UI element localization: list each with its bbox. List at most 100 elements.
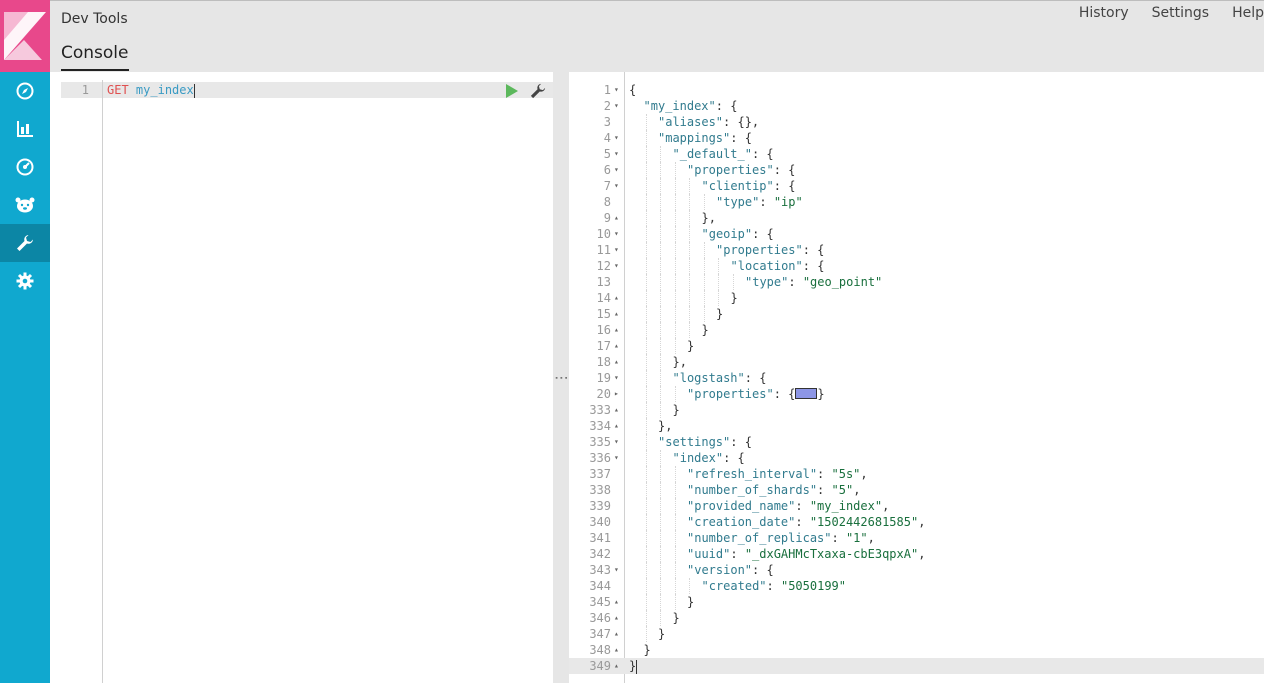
response-code: }, (673, 354, 687, 370)
indent-guide (689, 290, 690, 306)
fold-toggle-icon[interactable]: ▴ (614, 642, 622, 658)
json-punctuation: : { (752, 227, 774, 241)
fold-toggle-icon[interactable]: ▴ (614, 210, 622, 226)
response-line: 12 ▾ "location": { (569, 258, 1264, 274)
indent-guide (674, 306, 676, 322)
line-number: 338 (589, 483, 611, 497)
json-key: "properties" (716, 243, 803, 257)
json-punctuation: } (701, 323, 709, 337)
indent-guide (660, 386, 661, 402)
fold-toggle-icon[interactable]: ▾ (614, 562, 622, 578)
request-line[interactable]: GET my_index (107, 82, 195, 98)
fold-toggle-icon[interactable]: ▾ (614, 130, 622, 146)
response-code: "index": { (673, 450, 745, 466)
response-code: "logstash": { (673, 370, 767, 386)
response-code: "aliases": {}, (658, 114, 759, 130)
sidebar-item-visualize[interactable] (0, 110, 50, 148)
response-line: 340 "creation_date": "1502442681585", (569, 514, 1264, 530)
indent-guide (645, 114, 647, 130)
kibana-logo[interactable] (0, 0, 50, 72)
sidebar-item-timelion[interactable] (0, 186, 50, 224)
fold-toggle-icon[interactable]: ▾ (614, 434, 622, 450)
line-number: 17 (596, 339, 611, 353)
response-code: } (687, 594, 694, 610)
indent-guide (703, 306, 705, 322)
indent-guide (660, 194, 661, 210)
indent-guide (645, 242, 647, 258)
fold-toggle-icon[interactable]: ▾ (614, 146, 622, 162)
fold-toggle-icon[interactable]: ▾ (614, 162, 622, 178)
fold-toggle-icon[interactable]: ▴ (614, 322, 622, 338)
fold-toggle-icon[interactable]: ▴ (614, 658, 622, 674)
json-punctuation: }, (701, 211, 716, 225)
response-code: } (673, 402, 680, 418)
json-string: "5s" (831, 467, 861, 481)
sidebar-item-discover[interactable] (0, 72, 50, 110)
fold-toggle-icon[interactable]: ▾ (614, 242, 622, 258)
fold-toggle-icon[interactable]: ▾ (614, 258, 622, 274)
fold-toggle-icon[interactable]: ▴ (614, 338, 622, 354)
indent-guide (660, 306, 661, 322)
collapsed-block-marker[interactable] (795, 388, 818, 399)
response-output[interactable]: 1 ▾{2 ▾ "my_index": {3 "aliases": {}, 4 ▾ "mapp… (569, 72, 1264, 683)
json-punctuation: : { (773, 163, 796, 177)
request-method: GET (107, 83, 129, 97)
json-string: "ip" (773, 195, 803, 209)
fold-toggle-icon[interactable]: ▴ (614, 594, 622, 610)
sidebar-item-dev-tools[interactable] (0, 224, 50, 262)
indent-guide (689, 578, 690, 594)
json-punctuation: : { (751, 147, 774, 161)
line-number: 342 (589, 547, 611, 561)
request-actions-button[interactable] (530, 83, 546, 103)
indent-guide (645, 514, 647, 530)
help-link[interactable]: Help (1232, 5, 1264, 21)
fold-toggle-icon[interactable]: ▾ (614, 98, 622, 114)
fold-toggle-icon[interactable]: ▴ (614, 290, 622, 306)
request-editor[interactable]: 1 GET my_index (61, 80, 553, 683)
pane-resizer[interactable]: ⋮ (553, 72, 569, 683)
send-request-button[interactable] (505, 83, 519, 102)
json-punctuation: } (687, 339, 695, 353)
response-line: 11 ▾ "properties": { (569, 242, 1264, 258)
fold-toggle-icon[interactable]: ▾ (614, 82, 622, 98)
indent-guide (645, 338, 647, 354)
settings-link[interactable]: Settings (1152, 5, 1209, 21)
fold-toggle-icon[interactable]: ▴ (614, 610, 622, 626)
line-number: 2 (603, 99, 611, 113)
sidebar-item-dashboard[interactable] (0, 148, 50, 186)
json-punctuation: : {}, (723, 115, 760, 129)
indent-guide (718, 274, 719, 290)
response-code: "clientip": { (702, 178, 796, 194)
indent-guide (660, 530, 661, 546)
response-line: 2 ▾ "my_index": { (569, 98, 1264, 114)
indent-guide (660, 578, 661, 594)
indent-guide (645, 258, 647, 274)
line-number: 335 (589, 435, 611, 449)
line-number: 339 (589, 499, 611, 513)
indent-guide (674, 162, 676, 178)
tab-console[interactable]: Console (61, 43, 129, 71)
top-links: History Settings Help (1056, 5, 1264, 21)
fold-toggle-icon[interactable]: ▾ (614, 370, 622, 386)
fold-toggle-icon[interactable]: ▴ (614, 418, 622, 434)
response-line: 18 ▴}, (569, 354, 1264, 370)
fold-toggle-icon[interactable]: ▸ (614, 386, 622, 402)
indent-guide (660, 178, 661, 194)
line-number: 337 (589, 467, 611, 481)
indent-guide (660, 562, 661, 578)
bear-icon (15, 197, 35, 213)
fold-toggle-icon[interactable]: ▾ (614, 178, 622, 194)
sidebar-item-management[interactable] (0, 262, 50, 300)
fold-toggle-icon[interactable]: ▾ (614, 450, 622, 466)
fold-toggle-icon[interactable]: ▴ (614, 354, 622, 370)
json-punctuation: : { (744, 371, 767, 385)
line-number: 6 (603, 163, 611, 177)
fold-toggle-icon[interactable]: ▾ (614, 226, 622, 242)
line-number: 336 (589, 451, 611, 465)
indent-guide (703, 194, 705, 210)
fold-toggle-icon[interactable]: ▴ (614, 306, 622, 322)
fold-toggle-icon[interactable]: ▴ (614, 626, 622, 642)
indent-guide (689, 322, 690, 338)
history-link[interactable]: History (1079, 5, 1129, 21)
fold-toggle-icon[interactable]: ▴ (614, 402, 622, 418)
